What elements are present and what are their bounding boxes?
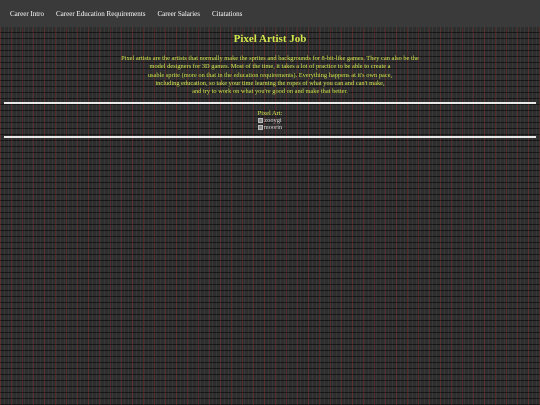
broken-image-icon [257,125,263,131]
intro-line: usable sprite (more on that in the educa… [147,71,393,79]
intro-line: Pixel artists are the artists that norma… [121,55,419,62]
nav-link-career-intro[interactable]: Career Intro [4,10,50,18]
intro-line: and try to work on what you're good on a… [192,88,348,96]
pixel-art-image-moorin: moorin [257,124,283,132]
top-navbar: Career Intro Career Education Requiremen… [0,0,540,27]
pixel-art-image-zooygi: zooygi [258,117,282,125]
image-alt-text: zooygi [264,117,282,125]
intro-line: including education, so take your time l… [155,79,385,87]
image-alt-text: moorin [263,124,283,132]
main-content: Pixel Artist Job Pixel artists are the a… [0,27,540,96]
gallery-label: Pixel Art: [257,110,283,118]
pixel-art-gallery: Pixel Art: zooygi moorin [0,104,540,135]
broken-image-icon [258,118,264,124]
nav-link-career-salaries[interactable]: Career Salaries [151,10,206,18]
nav-link-citations[interactable]: Citatations [206,10,248,18]
intro-line: model designers for 3D games. Most of th… [149,63,391,71]
page-title: Pixel Artist Job [233,33,307,45]
section-divider [4,136,536,139]
intro-paragraph: Pixel artists are the artists that norma… [105,55,435,96]
nav-link-career-education-requirements[interactable]: Career Education Requirements [50,10,151,18]
